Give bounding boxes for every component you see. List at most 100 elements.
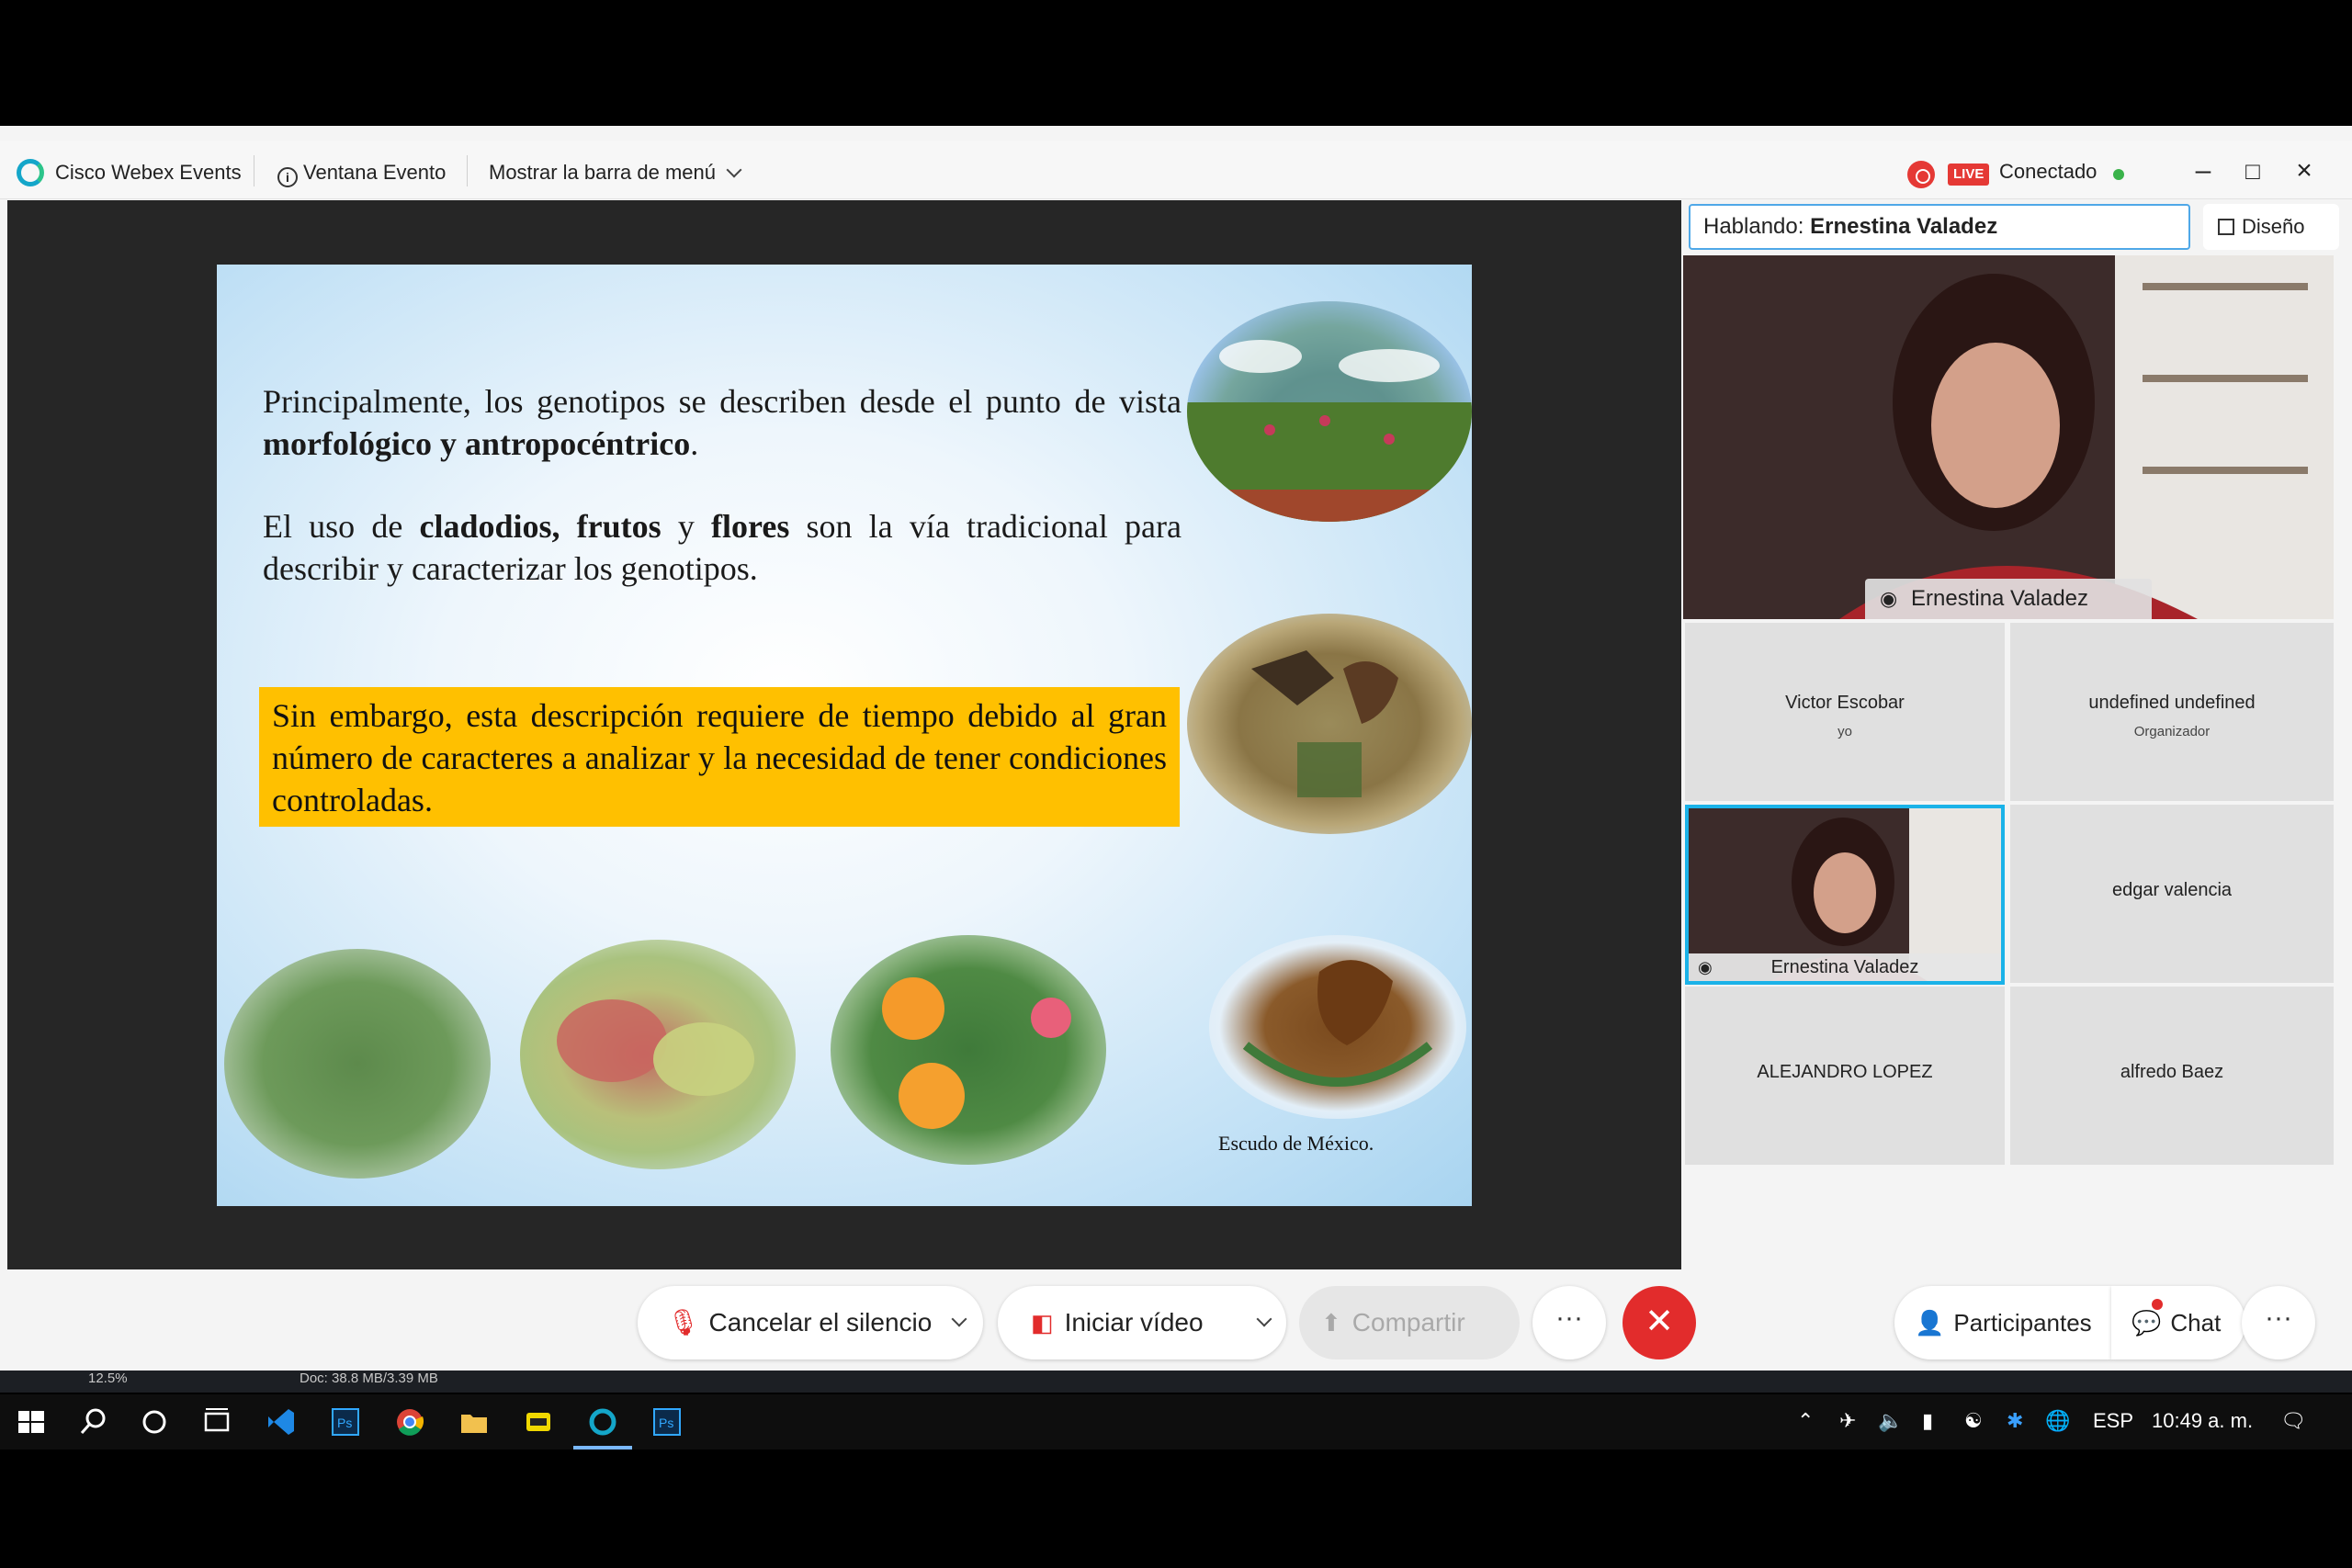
svg-text:Ps: Ps: [337, 1416, 352, 1430]
minimize-button[interactable]: –: [2185, 152, 2222, 189]
slide-text: y: [661, 508, 712, 545]
windows-start-icon[interactable]: [15, 1405, 48, 1438]
slide-text: El uso de: [263, 508, 420, 545]
participants-label: Participantes: [1953, 1309, 2092, 1337]
svg-text:Ps: Ps: [659, 1416, 673, 1430]
flowers-icon: [882, 977, 1071, 1129]
codex-eagle-image: [1187, 614, 1472, 834]
participant-tile[interactable]: edgar valencia: [2010, 805, 2334, 983]
slide-text: Principalmente, los genotipos se describ…: [263, 383, 1182, 420]
photoshop-icon-2[interactable]: Ps: [650, 1405, 684, 1438]
more-panels-button[interactable]: ···: [2242, 1286, 2315, 1359]
start-video-button[interactable]: ◧ Iniciar vídeo: [998, 1286, 1286, 1359]
participant-name: ALEJANDRO LOPEZ: [1757, 1062, 1933, 1082]
cactus-field-image: [1187, 301, 1472, 522]
headset-icon: ◉: [1880, 587, 1898, 610]
codex-eagle-icon: [1251, 650, 1398, 797]
webex-logo-icon: [17, 159, 44, 186]
participant-tile[interactable]: undefined undefined Organizador: [2010, 623, 2334, 801]
slide-bold-text: cladodios, frutos: [419, 508, 662, 545]
participant-name: undefined undefined: [2088, 693, 2256, 713]
share-label: Compartir: [1351, 1308, 1465, 1337]
close-window-button[interactable]: ×: [2286, 152, 2323, 189]
active-speaker-bar: Hablando: Ernestina Valadez: [1689, 204, 2190, 250]
participant-video-label: ◉ Ernestina Valadez: [1689, 953, 2001, 981]
volume-icon[interactable]: 🔈: [1878, 1409, 1903, 1433]
title-divider: [467, 155, 468, 186]
battery-icon[interactable]: ▮: [1922, 1409, 1933, 1433]
background-app-status-bar: 12.5% Doc: 38.8 MB/3.39 MB: [0, 1371, 2352, 1393]
usb-icon[interactable]: ☯: [1964, 1409, 1983, 1433]
person-icon: 👤: [1915, 1309, 1945, 1337]
active-speaker-video[interactable]: ◉ Ernestina Valadez: [1683, 255, 2334, 619]
slide-bold-text: flores: [711, 508, 790, 545]
prickly-pear-fruits-image: [520, 940, 796, 1169]
participants-button[interactable]: 👤 Participantes: [1894, 1286, 2111, 1359]
muted-mic-icon: 🎙: [667, 1308, 700, 1337]
participant-name: alfredo Baez: [2120, 1062, 2224, 1082]
highlight-box: Sin embargo, esta descripción requiere d…: [259, 687, 1180, 827]
vscode-icon[interactable]: [265, 1405, 298, 1438]
speaking-name: Ernestina Valadez: [1810, 214, 1998, 239]
show-menu-bar-button[interactable]: Mostrar la barra de menú: [489, 161, 742, 185]
participant-tile[interactable]: alfredo Baez: [2010, 987, 2334, 1165]
share-button[interactable]: ⬆ Compartir: [1299, 1286, 1520, 1359]
webex-taskbar-icon[interactable]: [586, 1405, 619, 1438]
event-window-label: Ventana Evento: [303, 161, 447, 184]
participant-tile[interactable]: ALEJANDRO LOPEZ: [1685, 987, 2005, 1165]
slide-bold-text: morfológico y antropocéntrico: [263, 425, 691, 462]
slide-paragraph-2: El uso de cladodios, frutos y flores son…: [263, 505, 1182, 590]
input-language[interactable]: ESP: [2093, 1409, 2133, 1433]
layout-button[interactable]: Diseño: [2203, 204, 2339, 250]
chrome-icon[interactable]: [393, 1405, 426, 1438]
video-name-label: ◉ Ernestina Valadez: [1865, 579, 2152, 619]
show-menu-bar-label: Mostrar la barra de menú: [489, 161, 716, 184]
cortana-icon[interactable]: [138, 1405, 171, 1438]
globe-icon[interactable]: 🌐: [2045, 1409, 2070, 1433]
live-badge: LIVE: [1948, 164, 1990, 186]
chevron-down-icon[interactable]: [1256, 1311, 1272, 1327]
participant-role: yo: [1838, 724, 1852, 739]
task-view-icon[interactable]: [200, 1405, 233, 1438]
document-size: Doc: 38.8 MB/3.39 MB: [300, 1371, 438, 1386]
participant-name: edgar valencia: [2111, 880, 2233, 900]
search-icon[interactable]: [77, 1405, 110, 1438]
chat-label: Chat: [2170, 1309, 2222, 1337]
chat-button[interactable]: 💬 Chat: [2111, 1286, 2245, 1359]
speaking-label: Hablando:: [1703, 214, 1804, 239]
bluetooth-icon[interactable]: ✱: [2007, 1409, 2023, 1433]
file-explorer-icon[interactable]: [458, 1405, 491, 1438]
layout-label: Diseño: [2242, 215, 2305, 238]
close-icon: ✕: [1645, 1303, 1674, 1341]
leave-event-button[interactable]: ✕: [1623, 1286, 1696, 1359]
mexican-coat-of-arms-image: [1209, 935, 1466, 1119]
video-off-icon: ◧: [1031, 1309, 1054, 1337]
notifications-icon[interactable]: 🗨: [2280, 1409, 2306, 1433]
event-window-button[interactable]: i Ventana Evento: [277, 161, 446, 187]
video-name-text: Ernestina Valadez: [1911, 586, 2089, 611]
headset-icon: ◉: [1698, 958, 1713, 976]
chat-bubble-icon: 💬: [2132, 1309, 2162, 1337]
slide-text: .: [690, 425, 699, 462]
fruit-halves-icon: [557, 999, 754, 1096]
maximize-button[interactable]: □: [2234, 152, 2271, 189]
photoshop-icon[interactable]: Ps: [329, 1405, 362, 1438]
slide-paragraph-1: Principalmente, los genotipos se describ…: [263, 380, 1182, 465]
cactus-flowers-image: [831, 935, 1106, 1165]
network-icon[interactable]: ✈: [1839, 1409, 1856, 1433]
windows-taskbar: Ps Ps ⌃ ✈ 🔈 ▮ ☯ ✱ 🌐 ESP 10:49 a. m. 🗨: [0, 1394, 2352, 1450]
clock[interactable]: 10:49 a. m.: [2152, 1409, 2253, 1433]
screen: Cisco Webex Events i Ventana Evento Mostr…: [0, 0, 2352, 1568]
app-yellow-icon[interactable]: [522, 1405, 555, 1438]
more-options-button[interactable]: ···: [1532, 1286, 1606, 1359]
unmute-button[interactable]: 🎙 Cancelar el silencio: [638, 1286, 983, 1359]
info-icon: i: [277, 167, 298, 187]
slide-caption: Escudo de México.: [1218, 1132, 1374, 1155]
chevron-down-icon[interactable]: [951, 1311, 967, 1327]
participant-video-tile[interactable]: ◉ Ernestina Valadez: [1685, 805, 2005, 985]
chat-notification-dot: [2152, 1299, 2163, 1310]
connection-status: Conectado: [1999, 160, 2098, 183]
app-title: Cisco Webex Events: [55, 161, 242, 184]
chevron-up-icon[interactable]: ⌃: [1797, 1409, 1814, 1433]
participant-tile[interactable]: Victor Escobar yo: [1685, 623, 2005, 801]
